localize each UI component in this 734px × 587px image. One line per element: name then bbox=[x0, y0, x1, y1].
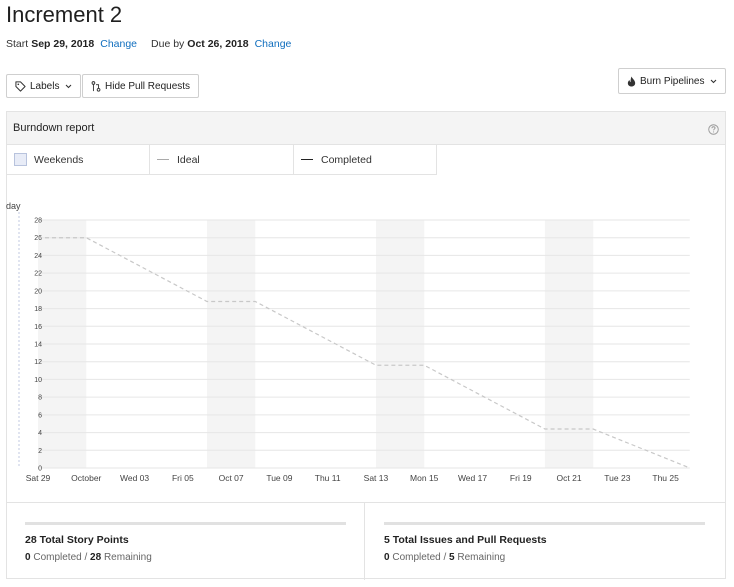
x-tick-label: October bbox=[71, 473, 101, 483]
y-tick-label: 28 bbox=[34, 218, 42, 225]
burndown-chart: 0246810121416182022242628Sat 29 October We… bbox=[18, 212, 691, 483]
story-points-card: 28 Total Story Points 0 Completed / 28 R… bbox=[7, 503, 365, 580]
y-tick-label: 10 bbox=[34, 377, 42, 384]
start-date: Sep 29, 2018 bbox=[31, 38, 95, 50]
date-range: Start Sep 29, 2018 Change Due by Oct 26, 201… bbox=[6, 38, 291, 50]
y-tick-label: 22 bbox=[34, 271, 42, 278]
stats-footer: 28 Total Story Points 0 Completed / 28 R… bbox=[7, 502, 725, 580]
hide-pull-requests-button[interactable]: Hide Pull Requests bbox=[82, 74, 200, 98]
y-tick-label: 0 bbox=[38, 466, 42, 473]
x-tick-label: Thu 25 bbox=[652, 473, 679, 483]
issues-remaining-count: 5 bbox=[449, 552, 455, 563]
y-tick-label: 4 bbox=[38, 430, 42, 437]
issues-summary: 0 Completed / 5 Remaining bbox=[384, 552, 505, 563]
due-change-link[interactable]: Change bbox=[255, 38, 292, 50]
x-tick-label: Wed 17 bbox=[458, 473, 487, 483]
page-title: Increment 2 bbox=[6, 2, 123, 27]
y-tick-label: 8 bbox=[38, 395, 42, 402]
labels-button[interactable]: Labels bbox=[6, 74, 82, 98]
x-tick-label: Thu 11 bbox=[315, 473, 341, 483]
x-tick-label: Mon 15 bbox=[410, 473, 439, 483]
issues-completed-label: Completed / bbox=[392, 552, 447, 563]
start-label: Start bbox=[6, 38, 29, 50]
flame-icon bbox=[627, 75, 636, 87]
story-points-remaining-label: Remaining bbox=[103, 552, 152, 563]
burn-pipelines-text: Burn Pipelines bbox=[640, 75, 705, 87]
x-tick-label: Sat 13 bbox=[364, 473, 389, 483]
y-tick-label: 26 bbox=[34, 235, 42, 242]
hide-pull-requests-text: Hide Pull Requests bbox=[105, 80, 191, 92]
issues-remaining-label: Remaining bbox=[457, 552, 506, 563]
burndown-report-panel: Burndown report Weekends Ideal Completed… bbox=[6, 111, 726, 580]
y-tick-label: 24 bbox=[34, 253, 42, 260]
x-tick-label: Oct 21 bbox=[557, 473, 582, 483]
start-change-link[interactable]: Change bbox=[100, 38, 137, 50]
x-tick-label: Fri 19 bbox=[510, 473, 532, 483]
y-tick-label: 14 bbox=[34, 342, 42, 349]
due-label: Due by bbox=[151, 38, 185, 50]
story-points-progress-bar bbox=[25, 522, 346, 525]
pull-request-icon bbox=[91, 80, 101, 92]
chevron-down-icon bbox=[710, 79, 717, 84]
x-tick-label: Oct 07 bbox=[219, 473, 244, 483]
labels-button-text: Labels bbox=[30, 80, 60, 92]
chevron-down-icon bbox=[65, 84, 72, 89]
story-points-remaining-count: 28 bbox=[90, 552, 102, 563]
x-tick-label: Tue 09 bbox=[266, 473, 292, 483]
due-date: Oct 26, 2018 bbox=[187, 38, 249, 50]
burn-pipelines-button[interactable]: Burn Pipelines bbox=[618, 68, 727, 94]
issues-progress-bar bbox=[384, 522, 705, 525]
x-tick-label: Wed 03 bbox=[120, 473, 149, 483]
x-tick-label: Sat 29 bbox=[26, 473, 51, 483]
story-points-title: 28 Total Story Points bbox=[25, 534, 129, 546]
y-tick-label: 12 bbox=[34, 359, 42, 366]
issues-title: 5 Total Issues and Pull Requests bbox=[384, 534, 547, 546]
x-tick-label: Tue 23 bbox=[604, 473, 630, 483]
y-tick-label: 20 bbox=[34, 288, 42, 295]
story-points-completed-label: Completed / bbox=[33, 552, 88, 563]
tag-icon bbox=[15, 80, 26, 92]
issues-completed-count: 0 bbox=[384, 552, 390, 563]
story-points-summary: 0 Completed / 28 Remaining bbox=[25, 552, 152, 563]
issues-card: 5 Total Issues and Pull Requests 0 Compl… bbox=[365, 503, 725, 580]
y-tick-label: 18 bbox=[34, 306, 42, 313]
x-tick-label: Fri 05 bbox=[172, 473, 194, 483]
y-tick-label: 6 bbox=[38, 412, 42, 419]
y-tick-label: 16 bbox=[34, 324, 42, 331]
story-points-completed-count: 0 bbox=[25, 552, 31, 563]
y-tick-label: 2 bbox=[38, 448, 42, 455]
